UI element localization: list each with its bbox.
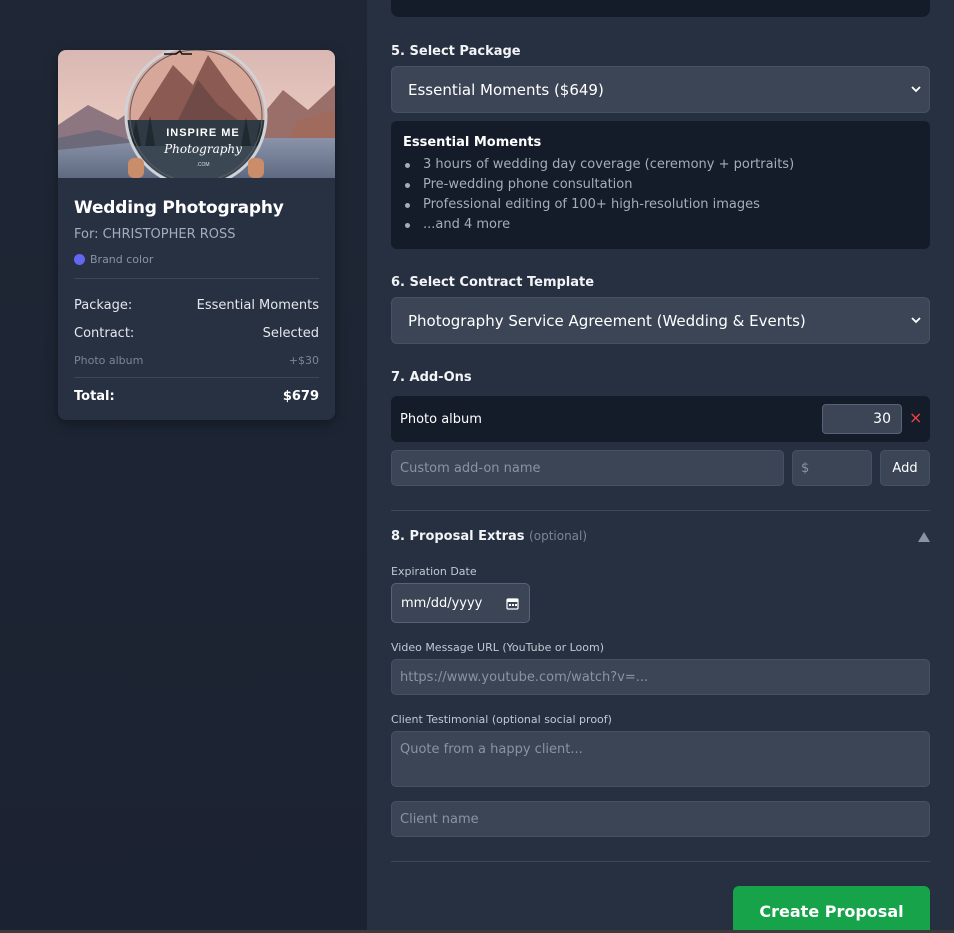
logo-text-line3: .COM	[196, 162, 209, 168]
expiration-date-label: Expiration Date	[391, 565, 477, 578]
package-details: Essential Moments 3 hours of wedding day…	[391, 121, 930, 249]
package-select[interactable]: Essential Moments ($649)	[391, 66, 930, 113]
video-url-input[interactable]	[391, 659, 930, 695]
collapse-triangle-icon[interactable]	[918, 532, 930, 542]
create-proposal-button[interactable]: Create Proposal	[733, 886, 930, 933]
addon-price-input[interactable]: 30	[822, 404, 902, 434]
client-name: For: CHRISTOPHER ROSS	[74, 227, 236, 242]
brand-color-label: Brand color	[90, 253, 154, 266]
section-divider	[391, 510, 930, 511]
summary-label: Package:	[74, 297, 133, 313]
testimonial-client-name-input[interactable]	[391, 801, 930, 837]
addon-item-name: Photo album	[400, 411, 482, 427]
chevron-down-icon	[911, 86, 921, 93]
testimonial-textarea[interactable]	[391, 731, 930, 787]
total-label: Total:	[74, 388, 115, 404]
extras-title: 8. Proposal Extras	[391, 529, 525, 544]
add-addon-button[interactable]: Add	[880, 450, 930, 486]
testimonial-label: Client Testimonial (optional social proo…	[391, 713, 612, 726]
package-detail-title: Essential Moments	[403, 135, 542, 150]
summary-value: +$30	[288, 353, 319, 367]
list-item: Pre-wedding phone consultation	[403, 175, 918, 195]
addon-item-row: Photo album 30 ×	[391, 396, 930, 442]
summary-divider	[74, 377, 319, 378]
list-item: 3 hours of wedding day coverage (ceremon…	[403, 155, 918, 175]
summary-label: Photo album	[74, 353, 144, 367]
remove-addon-icon[interactable]: ×	[909, 410, 922, 426]
summary-value: Essential Moments	[196, 297, 319, 313]
summary-row-addon: Photo album +$30	[74, 347, 319, 373]
logo-text-line2: Photography	[163, 142, 242, 156]
package-selected-value: Essential Moments ($649)	[408, 80, 604, 99]
extras-section-label[interactable]: 8. Proposal Extras (optional)	[391, 529, 587, 544]
video-url-label: Video Message URL (YouTube or Loom)	[391, 641, 605, 654]
logo-hero-image: INSPIRE ME Photography .COM	[58, 50, 335, 178]
date-placeholder: mm/dd/yyyy	[401, 595, 483, 611]
summary-divider	[74, 278, 319, 279]
proposal-title: Wedding Photography	[74, 198, 284, 218]
list-item: ...and 4 more	[403, 215, 918, 235]
contract-section-label: 6. Select Contract Template	[391, 275, 595, 290]
summary-value: Selected	[262, 325, 319, 341]
brand-color-swatch	[74, 254, 85, 265]
summary-label: Contract:	[74, 325, 135, 341]
summary-row-contract: Contract: Selected	[74, 319, 319, 347]
list-item: Professional editing of 100+ high-resolu…	[403, 195, 918, 215]
summary-row-package: Package: Essential Moments	[74, 291, 319, 319]
calendar-icon[interactable]	[506, 597, 519, 610]
custom-addon-price-input[interactable]	[792, 450, 872, 486]
contract-selected-value: Photography Service Agreement (Wedding &…	[408, 311, 806, 330]
summary-row-total: Total: $679	[74, 384, 319, 408]
expiration-date-input[interactable]: mm/dd/yyyy	[391, 583, 530, 623]
custom-addon-name-input[interactable]	[391, 450, 784, 486]
section-divider	[391, 861, 930, 862]
package-section-label: 5. Select Package	[391, 44, 521, 59]
total-value: $679	[282, 388, 319, 404]
proposal-summary-card: INSPIRE ME Photography .COM Wedding Phot…	[58, 50, 335, 420]
chevron-down-icon	[911, 317, 921, 324]
previous-section-stub	[391, 0, 930, 17]
extras-optional-tag: (optional)	[529, 529, 588, 543]
contract-select[interactable]: Photography Service Agreement (Wedding &…	[391, 297, 930, 344]
logo-text-line1: INSPIRE ME	[166, 127, 240, 139]
brand-color-indicator: Brand color	[74, 253, 319, 266]
addons-section-label: 7. Add-Ons	[391, 370, 472, 385]
package-feature-list: 3 hours of wedding day coverage (ceremon…	[403, 155, 918, 235]
